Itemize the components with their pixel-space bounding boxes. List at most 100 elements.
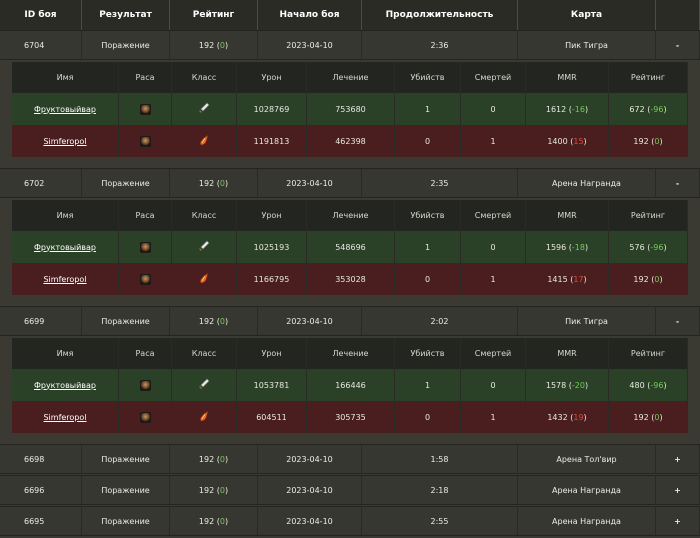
player-deaths: 1 <box>461 401 526 433</box>
player-deaths: 0 <box>461 369 526 401</box>
player-race <box>119 231 172 263</box>
header-toggle <box>656 0 700 30</box>
player-name: Фруктовыйвар <box>12 369 119 401</box>
player-damage: 1191813 <box>237 125 307 157</box>
player-kills: 0 <box>395 401 461 433</box>
player-damage: 1025193 <box>237 231 307 263</box>
details-header-mmr: MMR <box>526 338 609 369</box>
details-header: Имя Раса Класс Урон Лечение Убийств Смертей MMR… <box>12 200 688 231</box>
match-toggle[interactable]: + <box>656 445 700 473</box>
match-row[interactable]: 6696 Поражение 192 (0) 2023-04-10 2:18 Арена … <box>0 475 700 505</box>
collapse-toggle[interactable]: - <box>676 41 679 50</box>
collapse-toggle[interactable]: - <box>676 179 679 188</box>
player-name: Simferopol <box>12 263 119 295</box>
match-row[interactable]: 6695 Поражение 192 (0) 2023-04-10 2:55 Арена … <box>0 506 700 536</box>
details-header-class: Класс <box>172 200 237 231</box>
player-rating-value: 576 <box>629 242 645 252</box>
match-toggle[interactable]: + <box>656 476 700 504</box>
player-mmr-paren-close: ) <box>583 136 587 146</box>
player-healing: 462398 <box>307 125 395 157</box>
player-class <box>172 125 237 157</box>
table-header: ID боя Результат Рейтинг Начало боя Продолжи… <box>0 0 700 30</box>
player-name-link[interactable]: Simferopol <box>43 413 86 422</box>
match-row[interactable]: 6702 Поражение 192 (0) 2023-04-10 2:35 Арена … <box>0 168 700 198</box>
match-rating: 192 (0) <box>170 169 258 197</box>
match-result: Поражение <box>82 445 170 473</box>
match-duration: 2:18 <box>362 476 518 504</box>
match-duration: 1:58 <box>362 445 518 473</box>
player-name-link[interactable]: Simferopol <box>43 137 86 146</box>
match-row[interactable]: 6704 Поражение 192 (0) 2023-04-10 2:36 Пик Ти… <box>0 30 700 60</box>
match-rating: 192 (0) <box>170 445 258 473</box>
match-row[interactable]: 6698 Поражение 192 (0) 2023-04-10 1:58 Арена … <box>0 444 700 474</box>
player-row: Фруктовыйвар 1028769 753680 1 0 1612 (-16) 672… <box>12 93 688 125</box>
details-header-kills: Убийств <box>395 338 461 369</box>
player-healing: 753680 <box>307 93 395 125</box>
details-header: Имя Раса Класс Урон Лечение Убийств Смертей MMR… <box>12 62 688 93</box>
match-start: 2023-04-10 <box>258 476 362 504</box>
match-toggle[interactable]: - <box>656 31 700 59</box>
match-toggle[interactable]: + <box>656 507 700 535</box>
player-class <box>172 231 237 263</box>
player-mmr-value: 1400 <box>547 136 568 146</box>
player-rating-paren-close: ) <box>663 242 667 252</box>
player-mmr: 1612 (-16) <box>526 93 609 125</box>
player-rating-paren-close: ) <box>659 136 663 146</box>
player-mmr-value: 1596 <box>545 242 567 252</box>
player-rating: 576 (-96) <box>609 231 688 263</box>
player-name-link[interactable]: Фруктовыйвар <box>34 243 96 252</box>
match-duration: 2:36 <box>362 31 518 59</box>
troll-portrait-icon <box>139 379 151 391</box>
player-rating-paren-close: ) <box>659 274 663 284</box>
match-details: Имя Раса Класс Урон Лечение Убийств Смертей MMR… <box>12 338 688 433</box>
expand-toggle[interactable]: + <box>674 455 681 464</box>
player-healing: 166446 <box>307 369 395 401</box>
match-toggle[interactable]: - <box>656 169 700 197</box>
troll-portrait-icon <box>139 103 151 115</box>
match-map: Арена Награнда <box>518 507 656 535</box>
match-duration: 2:55 <box>362 507 518 535</box>
match-id: 6698 <box>0 445 82 473</box>
expand-toggle[interactable]: + <box>674 486 681 495</box>
player-rating: 192 (0) <box>609 401 688 433</box>
details-header-race: Раса <box>119 338 172 369</box>
details-header: Имя Раса Класс Урон Лечение Убийств Смертей MMR… <box>12 338 688 369</box>
player-name-link[interactable]: Simferopol <box>43 275 86 284</box>
white-sword-icon <box>198 102 210 116</box>
match-details: Имя Раса Класс Урон Лечение Убийств Смертей MMR… <box>12 200 688 295</box>
details-header-rating: Рейтинг <box>609 338 688 369</box>
player-mmr-value: 1578 <box>545 380 567 390</box>
player-name-link[interactable]: Фруктовыйвар <box>34 105 96 114</box>
player-class <box>172 401 237 433</box>
collapse-toggle[interactable]: - <box>676 317 679 326</box>
match-start: 2023-04-10 <box>258 31 362 59</box>
match-toggle[interactable]: - <box>656 307 700 335</box>
player-row: Фруктовыйвар 1025193 548696 1 0 1596 (-18) 576… <box>12 231 688 263</box>
match-result: Поражение <box>82 307 170 335</box>
match-rating-paren-close: ) <box>224 40 229 50</box>
player-kills: 0 <box>395 263 461 295</box>
match-map: Арена Тол'вир <box>518 445 656 473</box>
player-deaths: 0 <box>461 93 526 125</box>
match-map: Арена Награнда <box>518 476 656 504</box>
player-race <box>119 125 172 157</box>
player-kills: 0 <box>395 125 461 157</box>
header-rating: Рейтинг <box>170 0 258 30</box>
details-header-deaths: Смертей <box>461 200 526 231</box>
details-header-kills: Убийств <box>395 200 461 231</box>
player-rating-paren-close: ) <box>663 380 667 390</box>
player-name: Simferopol <box>12 125 119 157</box>
player-race <box>119 93 172 125</box>
player-rating-value: 672 <box>629 104 645 114</box>
match-id: 6702 <box>0 169 82 197</box>
orange-flame-icon <box>198 134 210 148</box>
player-rating-value: 480 <box>629 380 645 390</box>
details-header-name: Имя <box>12 338 119 369</box>
player-mmr-paren-close: ) <box>583 274 587 284</box>
details-header-damage: Урон <box>237 200 307 231</box>
header-start: Начало боя <box>258 0 362 30</box>
match-rating-value: 192 <box>198 485 215 495</box>
player-name-link[interactable]: Фруктовыйвар <box>34 381 96 390</box>
match-row[interactable]: 6699 Поражение 192 (0) 2023-04-10 2:02 Пик Ти… <box>0 306 700 336</box>
expand-toggle[interactable]: + <box>674 517 681 526</box>
